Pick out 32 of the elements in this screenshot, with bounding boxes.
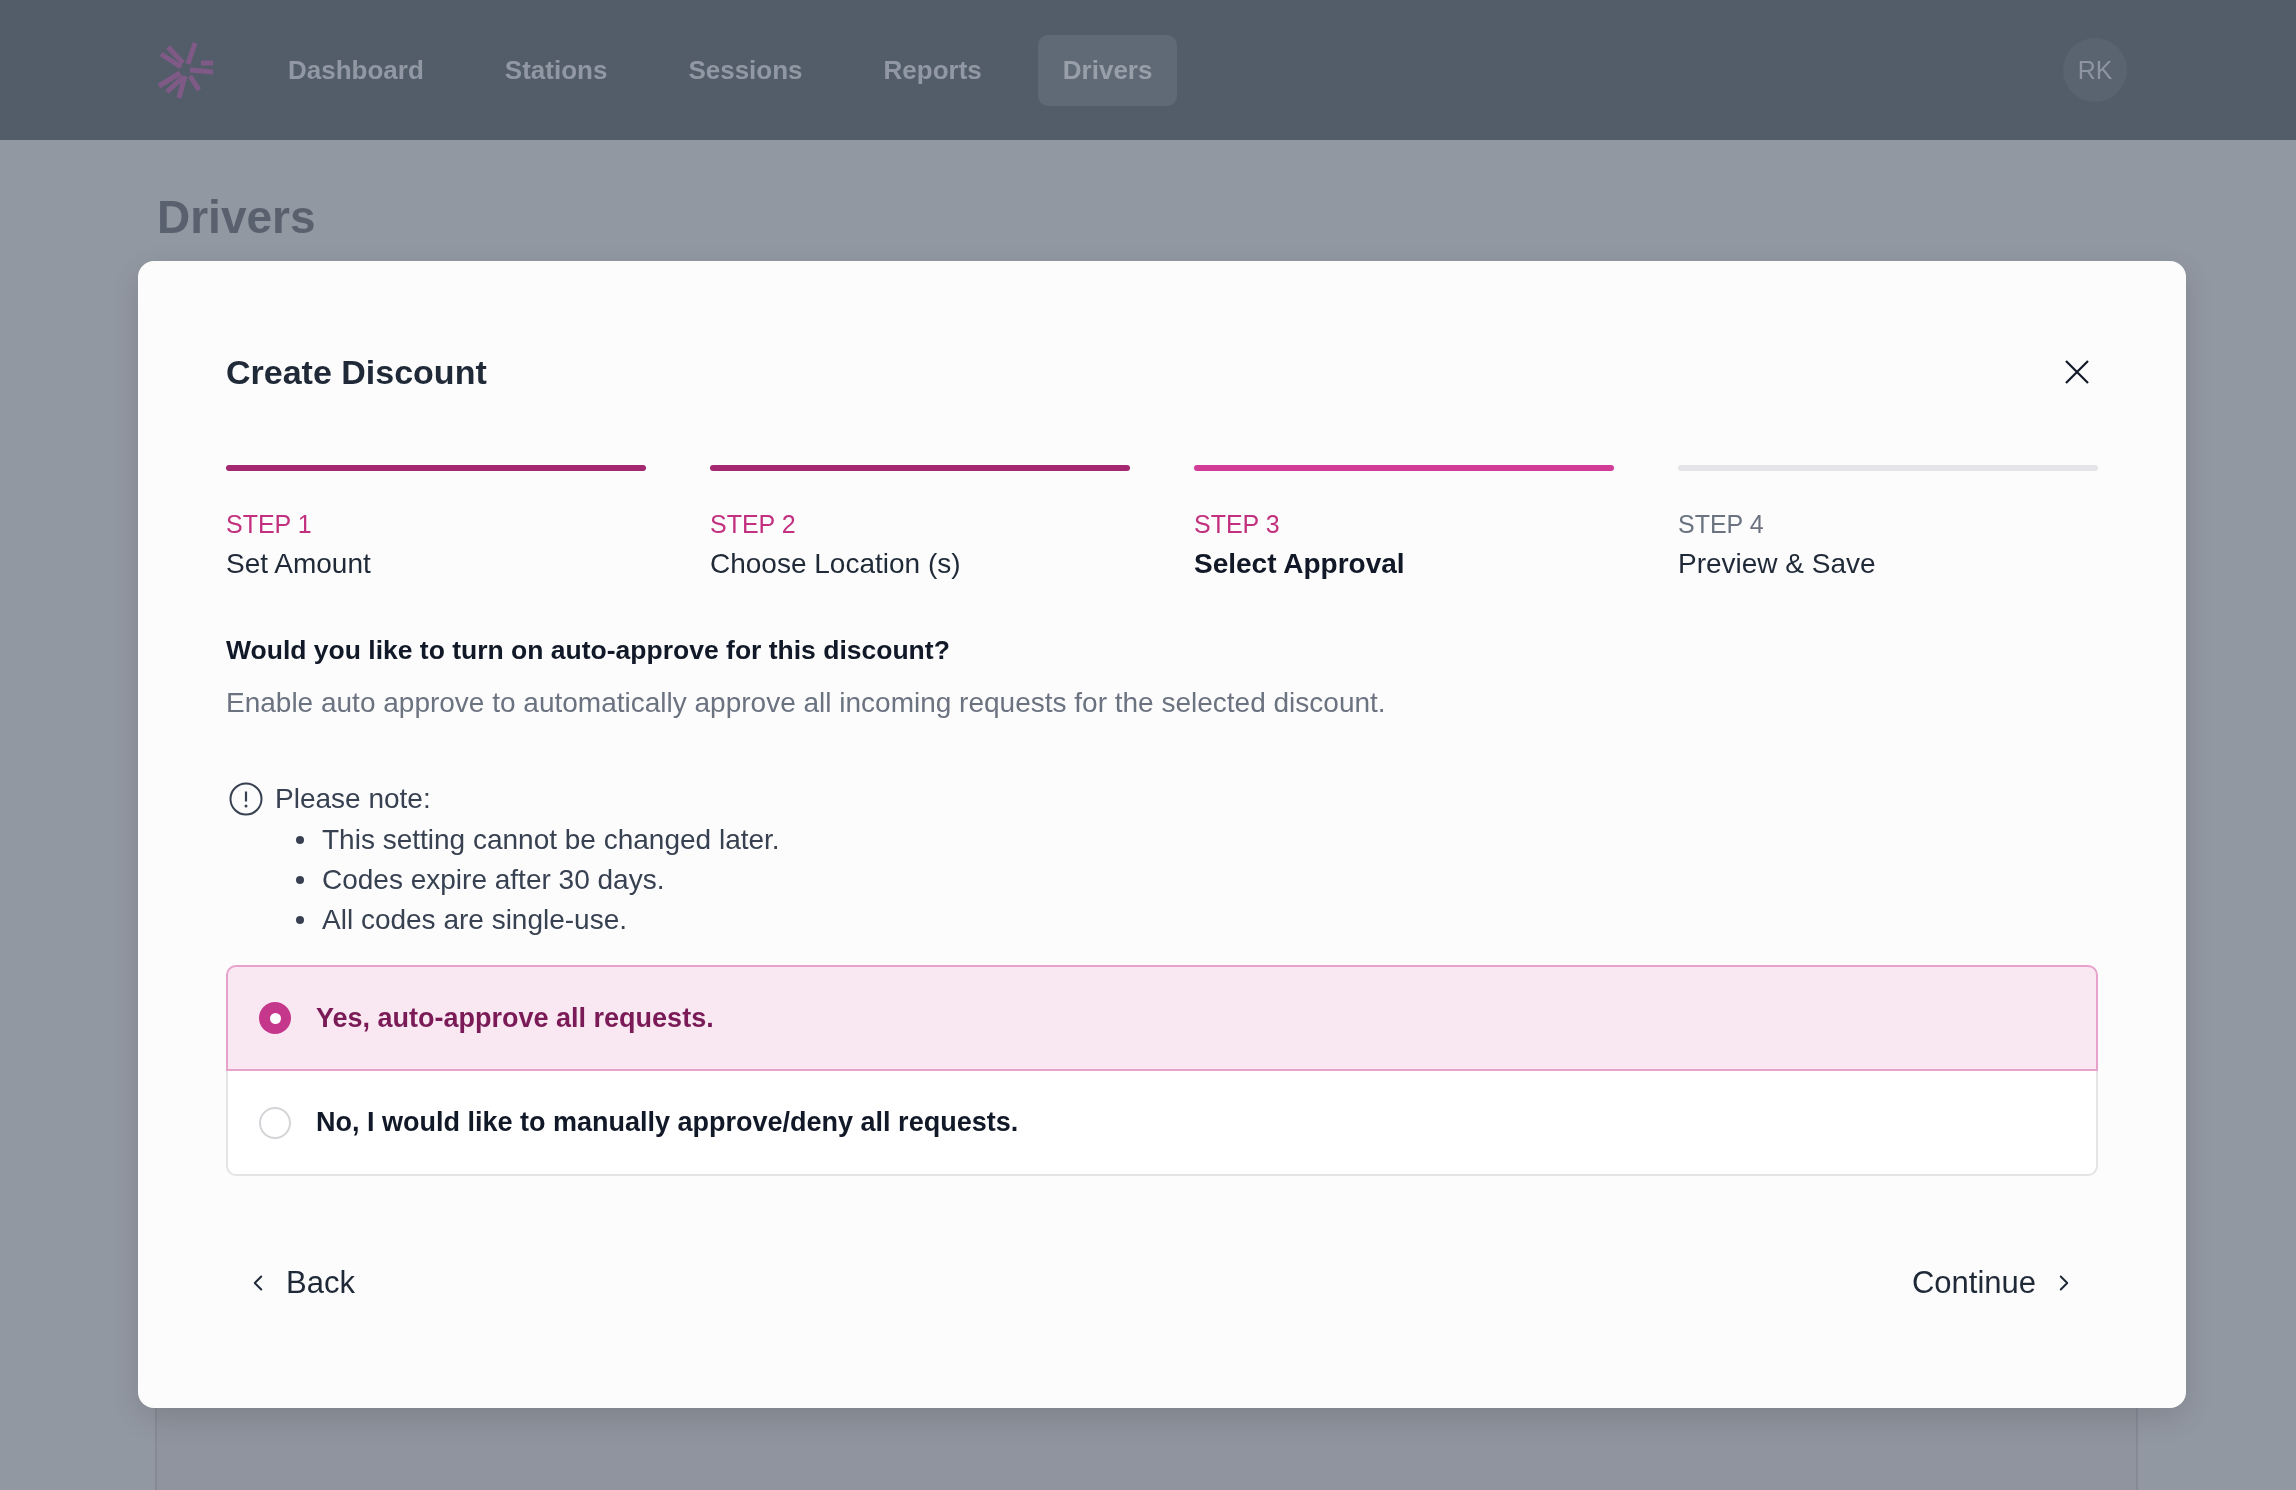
continue-button[interactable]: Continue xyxy=(1911,1263,2098,1303)
step-number: STEP 2 xyxy=(710,509,796,540)
step-title: Choose Location (s) xyxy=(710,547,961,581)
nav-tab[interactable]: Stations xyxy=(479,34,633,106)
step-number: STEP 4 xyxy=(1678,509,1764,540)
bullet-icon xyxy=(296,836,304,844)
back-button[interactable]: Back xyxy=(226,1263,355,1303)
question-text: Would you like to turn on auto-approve for this discount? xyxy=(226,634,950,666)
page-title: Drivers xyxy=(157,190,316,245)
close-icon xyxy=(2065,360,2089,384)
nav-tab[interactable]: Reports xyxy=(858,34,1007,106)
bullet-icon xyxy=(296,876,304,884)
radio-option[interactable]: No, I would like to manually approve/deny all requests. xyxy=(226,1069,2098,1176)
note-item: This setting cannot be changed later. xyxy=(322,824,780,856)
alert-icon xyxy=(229,782,263,816)
step-title: Select Approval xyxy=(1194,547,1405,581)
dialog-title: Create Discount xyxy=(226,352,487,392)
description-text: Enable auto approve to automatically approve all incoming requests for the selected discount. xyxy=(226,687,1386,719)
note-label: Please note: xyxy=(275,783,431,815)
step-number: STEP 1 xyxy=(226,509,312,540)
step-title: Set Amount xyxy=(226,547,371,581)
nav-tab[interactable]: Sessions xyxy=(663,34,828,106)
bullet-icon xyxy=(296,916,304,924)
step-title: Preview & Save xyxy=(1678,547,1876,581)
nav-tab[interactable]: Dashboard xyxy=(263,34,449,106)
radio-option[interactable]: Yes, auto-approve all requests. xyxy=(226,965,2098,1071)
nav-tab[interactable]: Drivers xyxy=(1037,34,1178,106)
note-item: All codes are single-use. xyxy=(322,904,628,936)
radio-icon[interactable] xyxy=(259,1002,291,1034)
step-number: STEP 3 xyxy=(1194,509,1280,540)
radio-icon[interactable] xyxy=(259,1106,291,1139)
note-item: Codes expire after 30 days. xyxy=(322,864,665,896)
